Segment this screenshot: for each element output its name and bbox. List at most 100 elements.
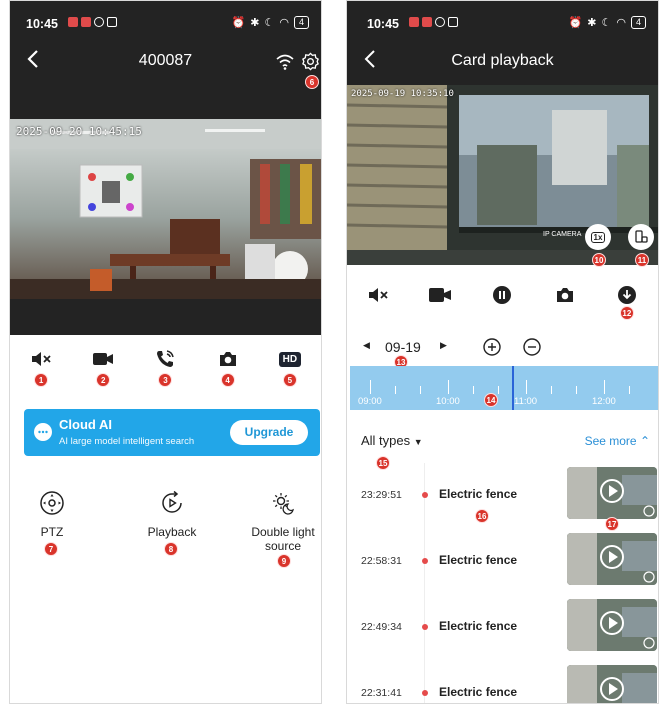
ptz-feature[interactable]: PTZ 7 xyxy=(22,490,82,556)
wifi-status-icon: ◠ xyxy=(616,17,626,29)
list-item[interactable]: 22:31:41 Electric fence xyxy=(347,665,658,703)
see-more-label: See more xyxy=(584,434,637,448)
timeline-label: 10:00 xyxy=(436,396,460,407)
playback-video[interactable]: 2025-09-19 10:35:10 IP CAMERA 1x xyxy=(347,85,658,265)
timeline-cursor[interactable] xyxy=(512,366,514,410)
next-day-icon[interactable]: ▶ xyxy=(440,340,447,351)
badge-12: 12 xyxy=(619,306,634,320)
speed-label: 1x xyxy=(590,231,606,243)
video-camera-icon xyxy=(429,288,452,302)
download-button[interactable]: 12 xyxy=(609,280,645,320)
playback-feature[interactable]: Playback 8 xyxy=(132,490,212,556)
timeline-label: 11:00 xyxy=(514,396,538,407)
badge-17: 17 xyxy=(605,517,619,531)
see-more-link[interactable]: See more ⌃ xyxy=(585,434,650,448)
mute-button[interactable] xyxy=(360,280,396,310)
list-item[interactable]: 22:49:34 Electric fence xyxy=(347,599,658,659)
caret-down-icon: ▼ xyxy=(413,437,423,447)
card-playback-screen: 10:45 ⏰ ✱ ☾ ◠ 4 Card playback 2025-09-19… xyxy=(346,0,659,704)
record-time: 22:58:31 xyxy=(361,555,402,567)
record-button[interactable] xyxy=(422,280,458,310)
mute-button[interactable]: 1 xyxy=(23,344,59,387)
phone-call-icon xyxy=(157,350,175,367)
timeline[interactable]: 09:00 10:00 11:00 12:00 xyxy=(350,366,658,410)
notification-icons xyxy=(409,17,458,27)
settings-gear-icon[interactable] xyxy=(301,52,320,71)
ptz-joystick-icon xyxy=(40,491,64,515)
playback-label: Playback xyxy=(147,525,197,539)
camera-icon xyxy=(556,288,573,302)
zoom-in-icon[interactable] xyxy=(482,337,502,357)
pause-button[interactable] xyxy=(484,280,520,310)
snapshot-button[interactable] xyxy=(547,280,583,310)
live-view-screen: 10:45 ⏰ ✱ ☾ ◠ 4 400087 6 2025-09-20 10:4… xyxy=(9,0,322,704)
record-thumbnail[interactable] xyxy=(567,599,657,651)
double-light-feature[interactable]: Double light source 9 xyxy=(242,490,321,568)
timeline-tick xyxy=(551,386,552,394)
prev-day-icon[interactable]: ◀ xyxy=(363,340,370,351)
badge-8: 8 xyxy=(164,542,178,556)
record-thumbnail[interactable] xyxy=(567,665,657,703)
record-name: Electric fence xyxy=(439,553,518,567)
cloud-ai-subtitle: AI large model intelligent search xyxy=(59,436,195,447)
rotate-screen-icon xyxy=(635,230,648,243)
badge-9: 9 xyxy=(277,554,291,568)
cloud-ai-banner[interactable]: Cloud AI AI large model intelligent sear… xyxy=(24,409,320,456)
moon-icon: ☾ xyxy=(264,17,275,29)
record-time: 22:31:41 xyxy=(361,687,402,699)
system-icons: ⏰ ✱ ☾ ◠ 4 xyxy=(232,16,309,29)
alarm-icon: ⏰ xyxy=(568,17,583,29)
intercom-button[interactable]: 3 xyxy=(147,344,183,387)
status-bar: 10:45 ⏰ ✱ ☾ ◠ 4 xyxy=(347,1,658,37)
record-thumbnail[interactable] xyxy=(567,467,657,519)
record-name: Electric fence xyxy=(439,619,518,633)
timeline-tick xyxy=(370,380,371,394)
ptz-label: PTZ xyxy=(40,525,64,539)
fullscreen-button[interactable] xyxy=(628,224,654,250)
video-timestamp: 2025-09-19 10:35:10 xyxy=(351,89,454,99)
double-light-label: Double light source xyxy=(251,525,315,553)
date-label[interactable]: 09-19 xyxy=(385,339,421,355)
badge-3: 3 xyxy=(158,373,173,387)
date-bar: ◀ 09-19 13 ▶ xyxy=(347,331,658,369)
hd-toggle-button[interactable]: HD 5 xyxy=(272,344,308,387)
status-time: 10:45 xyxy=(26,17,58,31)
status-time: 10:45 xyxy=(367,17,399,31)
timeline-tick xyxy=(498,386,499,394)
record-time: 23:29:51 xyxy=(361,489,402,501)
wifi-status-icon: ◠ xyxy=(279,17,289,29)
snapshot-button[interactable]: 4 xyxy=(210,344,246,387)
record-dot xyxy=(422,690,428,696)
live-video-frame xyxy=(10,119,321,299)
badge-11: 11 xyxy=(635,253,649,267)
alarm-icon: ⏰ xyxy=(231,17,246,29)
playback-controls: 12 xyxy=(347,280,658,320)
badge-14: 14 xyxy=(484,393,498,407)
record-dot xyxy=(422,624,428,630)
record-time: 22:49:34 xyxy=(361,621,402,633)
record-button[interactable]: 2 xyxy=(85,344,121,387)
pause-icon xyxy=(493,286,512,304)
speaker-muted-icon xyxy=(32,352,51,366)
live-video[interactable]: 2025-09-20 10:45:15 xyxy=(10,119,321,299)
timeline-tick xyxy=(448,380,449,394)
record-name: Electric fence xyxy=(439,487,518,501)
list-item[interactable]: 22:58:31 Electric fence xyxy=(347,533,658,593)
video-timestamp: 2025-09-20 10:45:15 xyxy=(16,125,142,138)
zoom-out-icon[interactable] xyxy=(522,337,542,357)
speed-button[interactable]: 1x xyxy=(585,224,611,250)
notification-icons xyxy=(68,17,117,27)
record-dot xyxy=(422,492,428,498)
app-notification-icon xyxy=(81,17,91,27)
badge-2: 2 xyxy=(96,373,111,387)
record-thumbnail[interactable] xyxy=(567,533,657,585)
upgrade-button[interactable]: Upgrade xyxy=(230,420,308,445)
badge-4: 4 xyxy=(220,373,235,387)
camera-watermark: IP CAMERA xyxy=(543,231,582,238)
timeline-tick xyxy=(473,386,474,394)
hd-label: HD xyxy=(278,351,302,367)
type-filter-dropdown[interactable]: All types ▼ xyxy=(361,433,423,448)
cloud-ai-title: Cloud AI xyxy=(59,417,112,432)
nfc-icon xyxy=(448,17,458,27)
app-notification-icon xyxy=(409,17,419,27)
